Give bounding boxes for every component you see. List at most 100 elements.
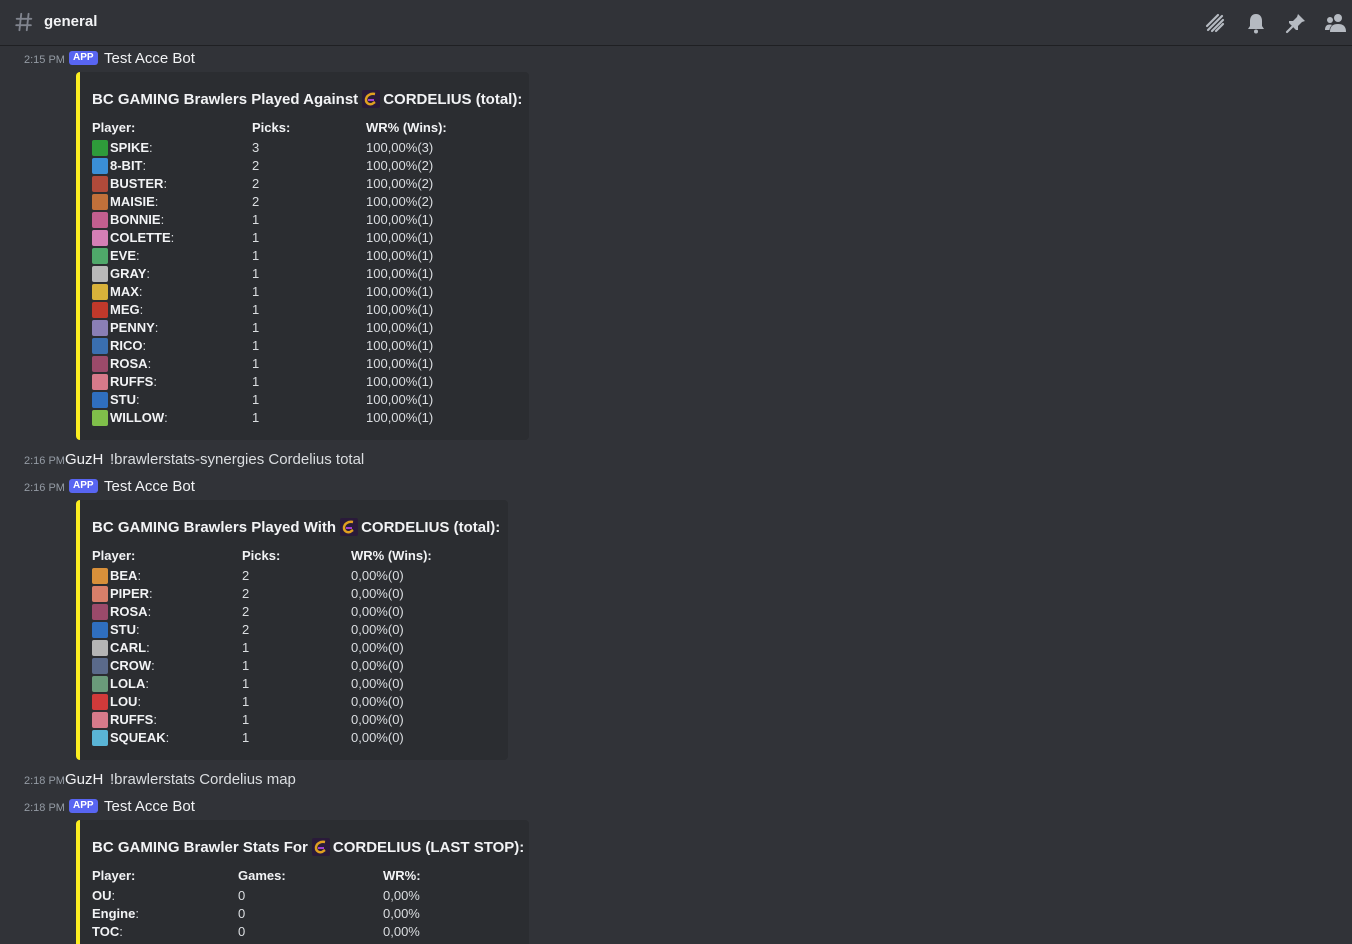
message-text: !brawlerstats Cordelius map	[110, 771, 296, 788]
table-cell: 1	[252, 355, 290, 373]
table-cell: 0,00%	[383, 923, 421, 941]
picks-value: 2	[242, 568, 250, 583]
table-cell: 2	[252, 157, 290, 175]
author-name[interactable]: GuzH	[65, 771, 103, 788]
brawler-icon	[92, 622, 108, 638]
table-cell: GRAY:	[92, 265, 174, 283]
table-cell: 100,00%(2)	[366, 193, 447, 211]
table-cell: 2	[252, 175, 290, 193]
channel-header: general	[0, 0, 1352, 46]
stats-embed: BC GAMING Brawler Stats For CORDELIUS (L…	[76, 820, 529, 944]
table-cell: 2	[242, 567, 280, 585]
wr-value: 0,00%(0)	[351, 694, 404, 709]
pin-icon[interactable]	[1284, 11, 1308, 35]
wr-value: 100,00%(2)	[366, 158, 434, 173]
table-cell: 1	[252, 373, 290, 391]
picks-value: 1	[252, 338, 260, 353]
message-header: 2:16 PM GuzH !brawlerstats-synergies Cor…	[0, 449, 1352, 471]
table-cell: STU:	[92, 391, 174, 409]
table-cell: 100,00%(1)	[366, 247, 447, 265]
author-name[interactable]: Test Acce Bot	[104, 478, 195, 495]
wr-value: 0,00%(0)	[351, 568, 404, 583]
table-cell: 0,00%	[383, 905, 421, 923]
wr-value: 0,00%	[383, 924, 420, 939]
picks-value: 1	[242, 640, 250, 655]
column-header: Picks:	[252, 120, 291, 135]
picks-column: Picks: 3 2 2 2 1 1 1 1 1 1 1 1 1 1 1 1	[252, 119, 290, 427]
embed-title: BC GAMING Brawler Stats For CORDELIUS (L…	[92, 838, 525, 856]
player-name: COLETTE	[110, 230, 171, 245]
picks-value: 1	[242, 712, 250, 727]
timestamp: 2:18 PM	[24, 802, 65, 814]
stats-embed: BC GAMING Brawlers Played Against CORDEL…	[76, 72, 529, 440]
table-cell: 3	[252, 139, 290, 157]
picks-value: 1	[252, 392, 260, 407]
picks-value: 3	[252, 140, 260, 155]
table-cell: 0,00%(0)	[351, 603, 432, 621]
brawler-icon	[92, 266, 108, 282]
picks-value: 1	[252, 248, 260, 263]
table-cell: SPIKE:	[92, 139, 174, 157]
table-cell: Engine:	[92, 906, 139, 921]
player-name: LOU	[110, 694, 138, 709]
members-icon[interactable]	[1324, 11, 1348, 35]
player-name: BUSTER	[110, 176, 164, 191]
wr-value: 0,00%(0)	[351, 730, 404, 745]
player-name: CROW	[110, 658, 152, 673]
wr-value: 100,00%(1)	[366, 410, 434, 425]
wr-value: 0,00%(0)	[351, 712, 404, 727]
brawler-icon	[92, 248, 108, 264]
table-cell: 0,00%(0)	[351, 711, 432, 729]
message-header: 2:15 PM APP Test Acce Bot	[0, 48, 1352, 70]
column-header: Player:	[92, 120, 136, 135]
table-cell: 1	[252, 319, 290, 337]
player-column: Player: BEA: PIPER: ROSA: STU: CARL: CROW: LOLA…	[92, 547, 169, 747]
table-cell: 100,00%(2)	[366, 157, 447, 175]
timestamp: 2:16 PM	[24, 482, 65, 494]
table-cell: 0,00%(0)	[351, 639, 432, 657]
wr-value: 100,00%(1)	[366, 212, 434, 227]
cordelius-icon	[362, 90, 381, 108]
brawler-icon	[92, 212, 108, 228]
table-cell: 1	[252, 265, 290, 283]
message-list[interactable]: 2:15 PM APP Test Acce Bot BC GAMING Braw…	[0, 46, 1352, 944]
embed-title: BC GAMING Brawlers Played Against CORDEL…	[92, 90, 523, 108]
wr-value: 100,00%(1)	[366, 230, 434, 245]
author-name[interactable]: Test Acce Bot	[104, 798, 195, 815]
table-cell: MEG:	[92, 301, 174, 319]
wr-value: 100,00%(2)	[366, 194, 434, 209]
player-name: STU	[110, 622, 136, 637]
picks-value: 1	[252, 266, 260, 281]
brawler-icon	[92, 730, 108, 746]
player-name: LOLA	[110, 676, 146, 691]
table-cell: 1	[242, 675, 280, 693]
author-name[interactable]: GuzH	[65, 451, 103, 468]
wr-value: 100,00%(1)	[366, 266, 434, 281]
table-cell: 100,00%(1)	[366, 229, 447, 247]
brawler-icon	[92, 140, 108, 156]
author-name[interactable]: Test Acce Bot	[104, 50, 195, 67]
table-cell: 1	[252, 283, 290, 301]
table-cell: SQUEAK:	[92, 729, 169, 747]
message-header: 2:16 PM APP Test Acce Bot	[0, 476, 1352, 498]
wr-value: 100,00%(1)	[366, 284, 434, 299]
message-header: 2:18 PM GuzH !brawlerstats Cordelius map	[0, 769, 1352, 791]
player-name: 8-BIT	[110, 158, 143, 173]
table-cell: 2	[242, 603, 280, 621]
bell-icon[interactable]	[1244, 11, 1268, 35]
table-cell: 100,00%(1)	[366, 211, 447, 229]
threads-icon[interactable]	[1203, 11, 1227, 35]
table-cell: LOLA:	[92, 675, 169, 693]
brawler-icon	[92, 302, 108, 318]
player-name: GRAY	[110, 266, 147, 281]
table-cell: 1	[242, 711, 280, 729]
table-cell: 2	[242, 621, 280, 639]
table-cell: TOC:	[92, 924, 123, 939]
cordelius-icon	[311, 838, 330, 856]
wr-value: 0,00%	[383, 888, 420, 903]
wr-value: 100,00%(3)	[366, 140, 434, 155]
timestamp: 2:18 PM	[24, 775, 65, 787]
table-cell: 0,00%(0)	[351, 657, 432, 675]
brawler-icon	[92, 640, 108, 656]
stats-embed: BC GAMING Brawlers Played With CORDELIUS…	[76, 500, 508, 760]
